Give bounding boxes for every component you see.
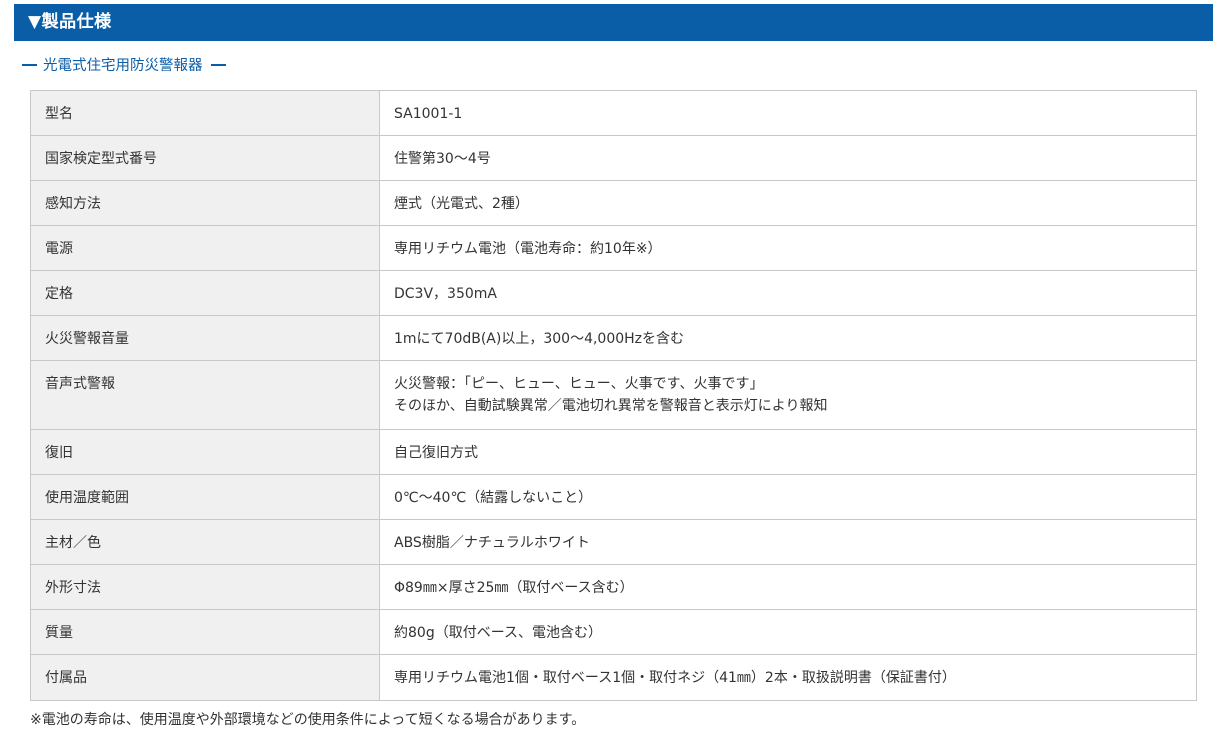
spec-value-line: 専用リチウム電池1個・取付ベース1個・取付ネジ（41㎜）2本・取扱説明書（保証書…: [394, 670, 956, 686]
spec-table-body: 型名 SA1001-1 国家検定型式番号 住警第30～4号 感知方法 煙式（光電…: [30, 90, 1197, 701]
table-row: 型名 SA1001-1: [30, 90, 1197, 136]
section-header: ▼製品仕様: [14, 4, 1213, 41]
spec-value-line: ABS樹脂／ナチュラルホワイト: [394, 535, 590, 551]
spec-label: 感知方法: [30, 180, 380, 226]
table-row: 感知方法 煙式（光電式、2種）: [30, 180, 1197, 226]
spec-label: 使用温度範囲: [30, 474, 380, 520]
product-subtitle-text: 光電式住宅用防災警報器: [43, 58, 203, 74]
section-header-title: ▼製品仕様: [28, 12, 112, 32]
product-subtitle: 光電式住宅用防災警報器: [22, 54, 226, 78]
table-row: 音声式警報 火災警報：「ピー、ヒュー、ヒュー、火事です、火事です」そのほか、自動…: [30, 360, 1197, 430]
spec-value: SA1001-1: [379, 90, 1197, 136]
subtitle-dash-left: [22, 64, 37, 66]
spec-value: 専用リチウム電池1個・取付ベース1個・取付ネジ（41㎜）2本・取扱説明書（保証書…: [379, 654, 1197, 701]
spec-value-line: SA1001-1: [394, 106, 463, 122]
table-row: 質量 約80g（取付ベース、電池含む）: [30, 609, 1197, 655]
table-row: 復旧 自己復旧方式: [30, 429, 1197, 475]
spec-value-line: 住警第30～4号: [394, 151, 491, 167]
spec-value: DC3V，350mA: [379, 270, 1197, 316]
table-row: 外形寸法 Φ89㎜×厚さ25㎜（取付ベース含む）: [30, 564, 1197, 610]
spec-label: 音声式警報: [30, 360, 380, 430]
spec-value-line: 1mにて70dB(A)以上，300～4,000Hzを含む: [394, 331, 685, 347]
spec-value: Φ89㎜×厚さ25㎜（取付ベース含む）: [379, 564, 1197, 610]
spec-value: ABS樹脂／ナチュラルホワイト: [379, 519, 1197, 565]
battery-life-footnote: ※電池の寿命は、使用温度や外部環境などの使用条件によって短くなる場合があります。: [30, 712, 586, 728]
table-row: 使用温度範囲 0℃～40℃（結露しないこと）: [30, 474, 1197, 520]
spec-value-line: 専用リチウム電池（電池寿命：約10年※）: [394, 241, 662, 257]
spec-label: 付属品: [30, 654, 380, 701]
spec-value: 自己復旧方式: [379, 429, 1197, 475]
spec-label: 定格: [30, 270, 380, 316]
spec-value: 1mにて70dB(A)以上，300～4,000Hzを含む: [379, 315, 1197, 361]
spec-value-line: 煙式（光電式、2種）: [394, 196, 529, 212]
spec-value-line: そのほか、自動試験異常／電池切れ異常を警報音と表示灯により報知: [394, 398, 828, 414]
spec-value-line: 0℃～40℃（結露しないこと）: [394, 490, 593, 506]
subtitle-dash-right: [210, 64, 226, 66]
spec-label: 火災警報音量: [30, 315, 380, 361]
spec-value: 住警第30～4号: [379, 135, 1197, 181]
spec-value: 火災警報：「ピー、ヒュー、ヒュー、火事です、火事です」そのほか、自動試験異常／電…: [379, 360, 1197, 430]
spec-value: 約80g（取付ベース、電池含む）: [379, 609, 1197, 655]
spec-value-line: 火災警報：「ピー、ヒュー、ヒュー、火事です、火事です」: [394, 376, 764, 392]
table-row: 国家検定型式番号 住警第30～4号: [30, 135, 1197, 181]
spec-value-line: 自己復旧方式: [394, 445, 478, 461]
spec-value-line: 約80g（取付ベース、電池含む）: [394, 625, 603, 641]
spec-value: 0℃～40℃（結露しないこと）: [379, 474, 1197, 520]
table-row: 電源 専用リチウム電池（電池寿命：約10年※）: [30, 225, 1197, 271]
spec-label: 型名: [30, 90, 380, 136]
spec-label: 質量: [30, 609, 380, 655]
spec-label: 外形寸法: [30, 564, 380, 610]
table-row: 付属品 専用リチウム電池1個・取付ベース1個・取付ネジ（41㎜）2本・取扱説明書…: [30, 654, 1197, 701]
spec-value: 専用リチウム電池（電池寿命：約10年※）: [379, 225, 1197, 271]
spec-value-line: Φ89㎜×厚さ25㎜（取付ベース含む）: [394, 580, 634, 596]
table-row: 定格 DC3V，350mA: [30, 270, 1197, 316]
spec-label: 国家検定型式番号: [30, 135, 380, 181]
spec-value: 煙式（光電式、2種）: [379, 180, 1197, 226]
table-row: 火災警報音量 1mにて70dB(A)以上，300～4,000Hzを含む: [30, 315, 1197, 361]
spec-label: 復旧: [30, 429, 380, 475]
spec-label: 電源: [30, 225, 380, 271]
spec-table: 型名 SA1001-1 国家検定型式番号 住警第30～4号 感知方法 煙式（光電…: [30, 90, 1197, 701]
spec-label: 主材／色: [30, 519, 380, 565]
spec-value-line: DC3V，350mA: [394, 286, 497, 302]
table-row: 主材／色 ABS樹脂／ナチュラルホワイト: [30, 519, 1197, 565]
